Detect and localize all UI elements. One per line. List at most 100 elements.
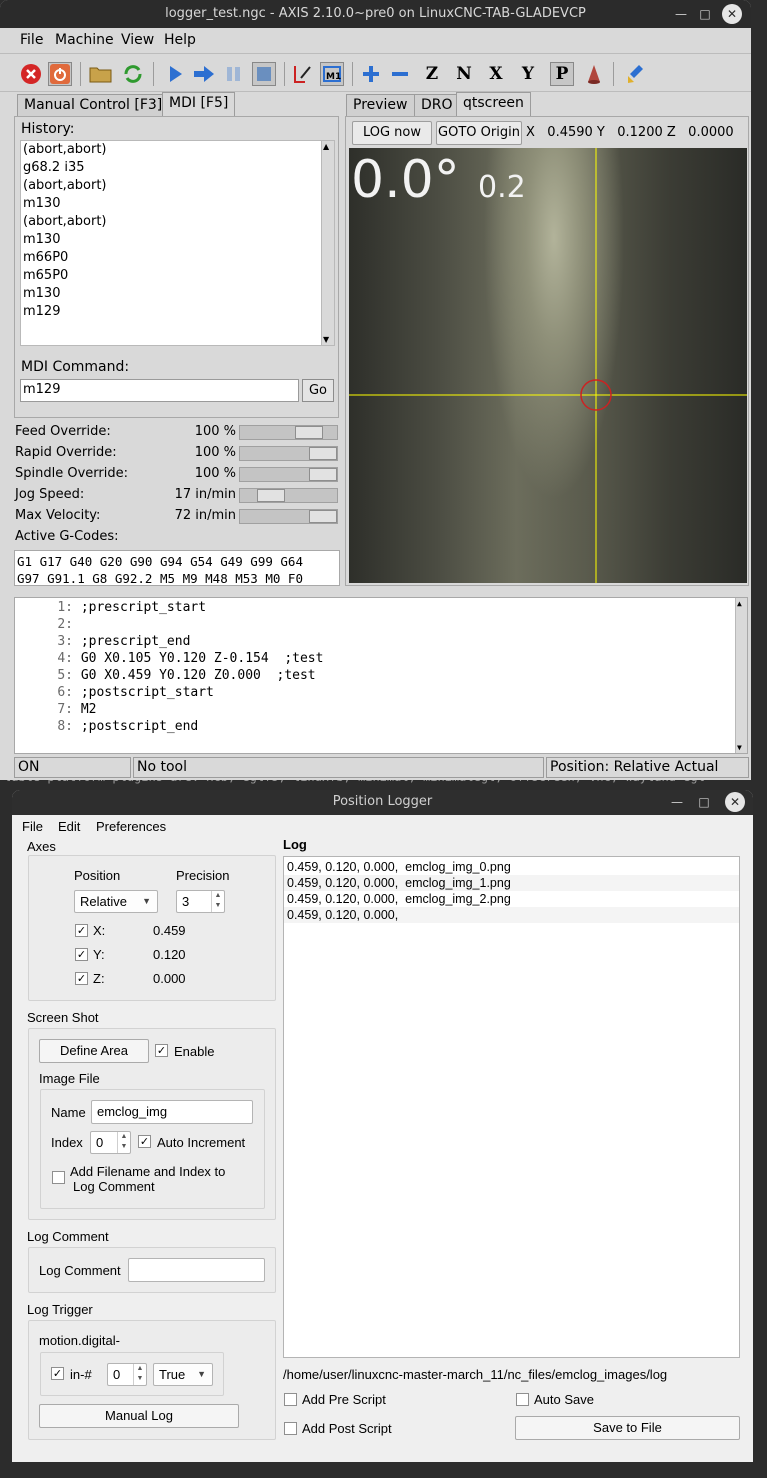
auto-save-checkbox[interactable] <box>516 1393 529 1406</box>
history-list[interactable]: (abort,abort) g68.2 i35 (abort,abort) m1… <box>20 140 335 346</box>
in-pin-spinbox[interactable]: 0 ▲ ▼ <box>107 1363 147 1386</box>
history-item[interactable]: m129 <box>23 304 60 319</box>
log-row[interactable]: 0.459, 0.120, 0.000, emclog_img_2.png <box>284 891 739 907</box>
camera-view[interactable]: 0.0° 0.2 <box>349 148 747 583</box>
history-scrollbar[interactable]: ▲ ▼ <box>321 141 334 345</box>
slider-knob[interactable] <box>295 426 323 439</box>
tab-preview[interactable]: Preview <box>346 94 415 116</box>
axis-x-checkbox[interactable]: ✓ <box>75 924 88 937</box>
clear-plot-icon[interactable] <box>624 62 648 86</box>
view-x-icon[interactable]: X <box>484 62 508 86</box>
log-now-button[interactable]: LOG now <box>352 121 432 145</box>
slider-knob[interactable] <box>309 510 337 523</box>
enable-checkbox[interactable]: ✓ <box>155 1044 168 1057</box>
slider-knob[interactable] <box>309 468 337 481</box>
scroll-down-icon[interactable]: ▼ <box>323 335 329 344</box>
axis-y-checkbox[interactable]: ✓ <box>75 948 88 961</box>
log-row[interactable]: 0.459, 0.120, 0.000, <box>284 907 739 923</box>
mdi-command-input[interactable]: m129 <box>20 379 299 402</box>
close-icon[interactable]: ✕ <box>725 792 745 812</box>
scroll-up-icon[interactable]: ▲ <box>323 142 329 151</box>
add-filename-checkbox[interactable] <box>52 1171 65 1184</box>
slider-knob[interactable] <box>257 489 285 502</box>
active-gcodes-line: G97 G91.1 G8 G92.2 M5 M9 M48 M53 M0 F0 <box>17 571 303 586</box>
block-delete-icon[interactable] <box>290 62 314 86</box>
minimize-icon[interactable]: — <box>671 4 691 24</box>
history-item[interactable]: (abort,abort) <box>23 214 107 229</box>
tab-dro[interactable]: DRO <box>414 94 460 116</box>
jog-speed-slider[interactable] <box>239 488 338 503</box>
optional-stop-icon[interactable]: M1 <box>320 62 344 86</box>
view-z2-icon[interactable]: N <box>452 62 476 86</box>
trigger-state-combo[interactable]: True ▼ <box>153 1363 213 1386</box>
stepper-icon[interactable]: ▲ ▼ <box>117 1132 130 1153</box>
menu-preferences[interactable]: Preferences <box>96 819 166 834</box>
index-spinbox[interactable]: 0 ▲ ▼ <box>90 1131 131 1154</box>
pause-icon[interactable] <box>222 62 246 86</box>
view-p-icon[interactable]: P <box>550 62 574 86</box>
precision-spinbox[interactable]: 3 ▲ ▼ <box>176 890 225 913</box>
minimize-icon[interactable]: — <box>667 792 687 812</box>
maximize-icon[interactable]: □ <box>695 4 715 24</box>
stepper-icon[interactable]: ▲ ▼ <box>211 891 224 912</box>
history-item[interactable]: g68.2 i35 <box>23 160 84 175</box>
define-area-button[interactable]: Define Area <box>39 1039 149 1063</box>
tab-mdi[interactable]: MDI [F5] <box>162 92 236 116</box>
stepper-icon[interactable]: ▲ ▼ <box>133 1364 146 1385</box>
menu-view[interactable]: View <box>121 32 154 48</box>
auto-increment-checkbox[interactable]: ✓ <box>138 1135 151 1148</box>
estop-icon[interactable] <box>19 62 43 86</box>
history-item[interactable]: (abort,abort) <box>23 142 107 157</box>
view-z-icon[interactable]: Z <box>420 62 444 86</box>
rapid-override-slider[interactable] <box>239 446 338 461</box>
feed-override-slider[interactable] <box>239 425 338 440</box>
stop-icon[interactable] <box>252 62 276 86</box>
axis-z-checkbox[interactable]: ✓ <box>75 972 88 985</box>
go-button[interactable]: Go <box>302 379 334 402</box>
slider-knob[interactable] <box>309 447 337 460</box>
log-comment-input[interactable] <box>128 1258 265 1282</box>
menu-file[interactable]: File <box>22 819 43 834</box>
precision-value: 3 <box>182 894 190 909</box>
history-item[interactable]: m66P0 <box>23 250 68 265</box>
image-name-input[interactable]: emclog_img <box>91 1100 253 1124</box>
close-icon[interactable]: ✕ <box>722 4 742 24</box>
manual-log-button[interactable]: Manual Log <box>39 1404 239 1428</box>
history-item[interactable]: m130 <box>23 232 60 247</box>
run-icon[interactable] <box>163 62 187 86</box>
maximize-icon[interactable]: □ <box>694 792 714 812</box>
log-row[interactable]: 0.459, 0.120, 0.000, emclog_img_0.png <box>284 859 739 875</box>
log-row[interactable]: 0.459, 0.120, 0.000, emclog_img_1.png <box>284 875 739 891</box>
menu-machine[interactable]: Machine <box>55 32 114 48</box>
menu-help[interactable]: Help <box>164 32 196 48</box>
max-velocity-slider[interactable] <box>239 509 338 524</box>
view-y-icon[interactable]: Y <box>516 62 540 86</box>
reload-icon[interactable] <box>121 62 145 86</box>
rotate-view-icon[interactable] <box>582 62 606 86</box>
spindle-override-slider[interactable] <box>239 467 338 482</box>
goto-origin-button[interactable]: GOTO Origin <box>436 121 522 145</box>
history-item[interactable]: (abort,abort) <box>23 178 107 193</box>
step-icon[interactable] <box>192 62 216 86</box>
add-pre-script-checkbox[interactable] <box>284 1393 297 1406</box>
in-pin-checkbox[interactable]: ✓ <box>51 1367 64 1380</box>
history-item[interactable]: m65P0 <box>23 268 68 283</box>
power-icon[interactable] <box>48 62 72 86</box>
gcode-scrollbar[interactable]: ▲ ▼ <box>735 598 747 753</box>
gcode-text-view[interactable]: 1: ;prescript_start 2: 3: ;prescript_end… <box>14 597 748 754</box>
save-to-file-button[interactable]: Save to File <box>515 1416 740 1440</box>
history-item[interactable]: m130 <box>23 286 60 301</box>
history-item[interactable]: m130 <box>23 196 60 211</box>
log-list[interactable]: 0.459, 0.120, 0.000, emclog_img_0.png 0.… <box>283 856 740 1358</box>
open-file-icon[interactable] <box>89 62 113 86</box>
zoom-out-icon[interactable] <box>388 62 412 86</box>
tab-qtscreen[interactable]: qtscreen <box>456 92 531 116</box>
menu-edit[interactable]: Edit <box>58 819 80 834</box>
position-combo[interactable]: Relative ▼ <box>74 890 158 913</box>
add-post-script-checkbox[interactable] <box>284 1422 297 1435</box>
tab-manual-control[interactable]: Manual Control [F3] <box>17 94 170 116</box>
scroll-down-icon[interactable]: ▼ <box>737 743 742 752</box>
menu-file[interactable]: File <box>20 32 43 48</box>
zoom-in-icon[interactable] <box>359 62 383 86</box>
scroll-up-icon[interactable]: ▲ <box>737 599 742 608</box>
